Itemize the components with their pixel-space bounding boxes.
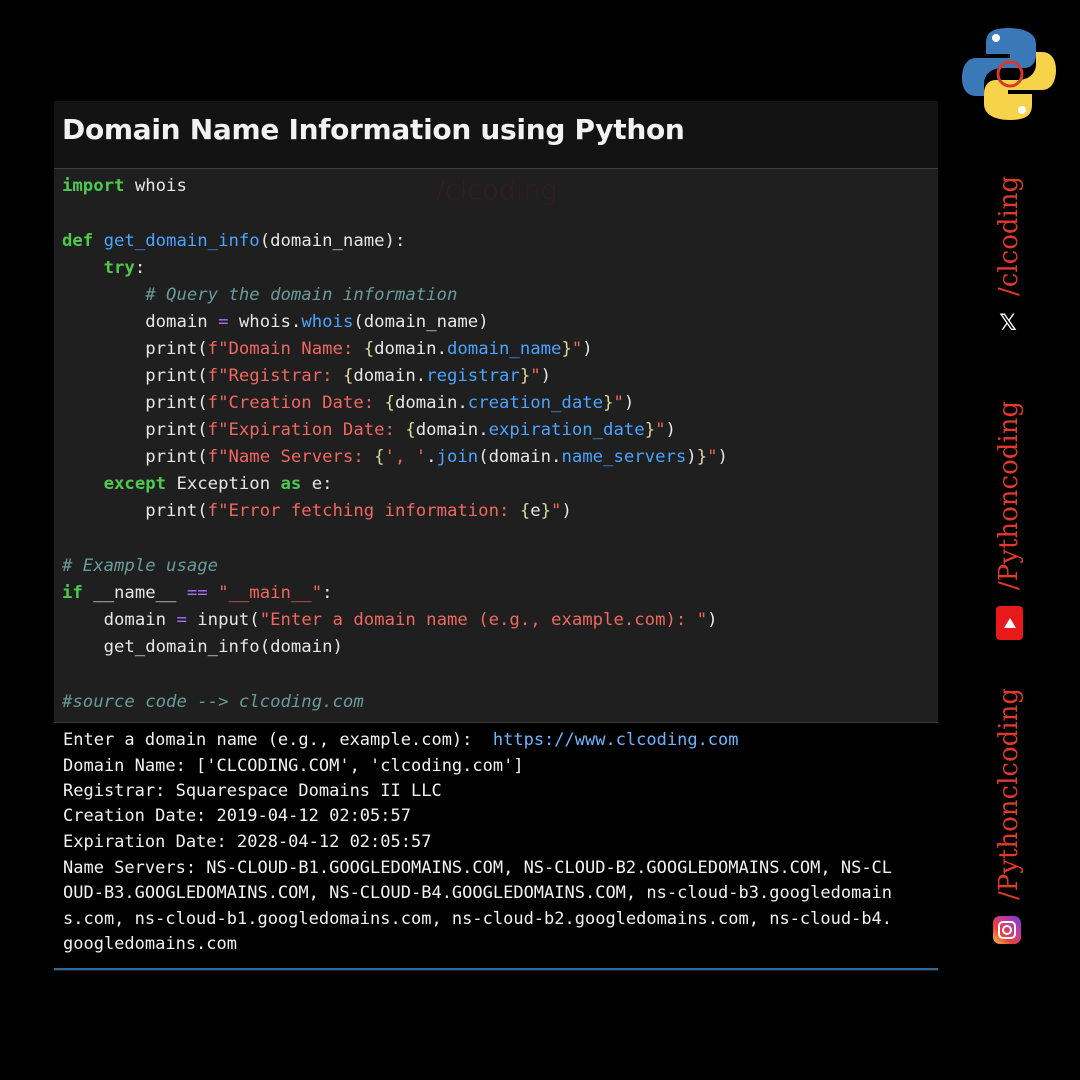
output-line: Registrar: Squarespace Domains II LLC — [63, 781, 442, 801]
code-line: get_domain_info(domain) — [103, 637, 343, 657]
output-line: OUD-B3.GOOGLEDOMAINS.COM, NS-CLOUD-B4.GO… — [63, 883, 893, 903]
code-line: print(f"Name Servers: {', '.join(domain.… — [145, 447, 728, 467]
output-line: Domain Name: ['CLCODING.COM', 'clcoding.… — [63, 756, 524, 776]
code-editor[interactable]: /clcoding import whois def get_domain_in… — [54, 169, 938, 723]
output-line: Enter a domain name (e.g., example.com):… — [63, 730, 739, 750]
code-line: print(f"Registrar: {domain.registrar}") — [145, 366, 552, 386]
x-icon[interactable]: 𝕏 — [996, 312, 1020, 336]
youtube-icon[interactable] — [996, 606, 1023, 640]
handle-instagram-text[interactable]: /Pythonclcoding — [994, 688, 1024, 900]
python-logo-icon — [962, 28, 1056, 120]
code-line: import whois — [62, 176, 187, 196]
code-line: print(f"Domain Name: {domain.domain_name… — [145, 339, 593, 359]
output-line: Expiration Date: 2028-04-12 02:05:57 — [63, 832, 432, 852]
input-url-link[interactable]: https://www.clcoding.com — [493, 730, 739, 750]
code-line: domain = input("Enter a domain name (e.g… — [103, 610, 718, 630]
code-panel: Domain Name Information using Python /cl… — [54, 101, 938, 971]
code-line: domain = whois.whois(domain_name) — [145, 312, 489, 332]
page-title: Domain Name Information using Python — [62, 113, 685, 146]
handle-youtube-text[interactable]: /Pythoncoding — [994, 401, 1024, 590]
watermark-text: /clcoding — [436, 175, 557, 206]
code-line: print(f"Error fetching information: {e}"… — [145, 501, 572, 521]
code-line: # Query the domain information — [145, 285, 458, 305]
instagram-icon[interactable] — [993, 916, 1021, 944]
code-line: try: — [103, 258, 146, 278]
code-line: except Exception as e: — [103, 474, 333, 494]
output-line: Creation Date: 2019-04-12 02:05:57 — [63, 806, 411, 826]
code-line: print(f"Creation Date: {domain.creation_… — [145, 393, 635, 413]
output-line: googledomains.com — [63, 934, 237, 954]
output-line: s.com, ns-cloud-b1.googledomains.com, ns… — [63, 909, 893, 929]
code-line: if __name__ == "__main__": — [62, 583, 333, 603]
code-line: def get_domain_info(domain_name): — [62, 231, 406, 251]
code-line: # Example usage — [62, 556, 219, 576]
handle-x-text[interactable]: /clcoding — [994, 176, 1024, 296]
code-line: print(f"Expiration Date: {domain.expirat… — [145, 420, 676, 440]
output-console: Enter a domain name (e.g., example.com):… — [54, 723, 938, 970]
output-line: Name Servers: NS-CLOUD-B1.GOOGLEDOMAINS.… — [63, 858, 893, 878]
title-bar: Domain Name Information using Python — [54, 101, 938, 169]
code-line: #source code --> clcoding.com — [62, 692, 364, 712]
